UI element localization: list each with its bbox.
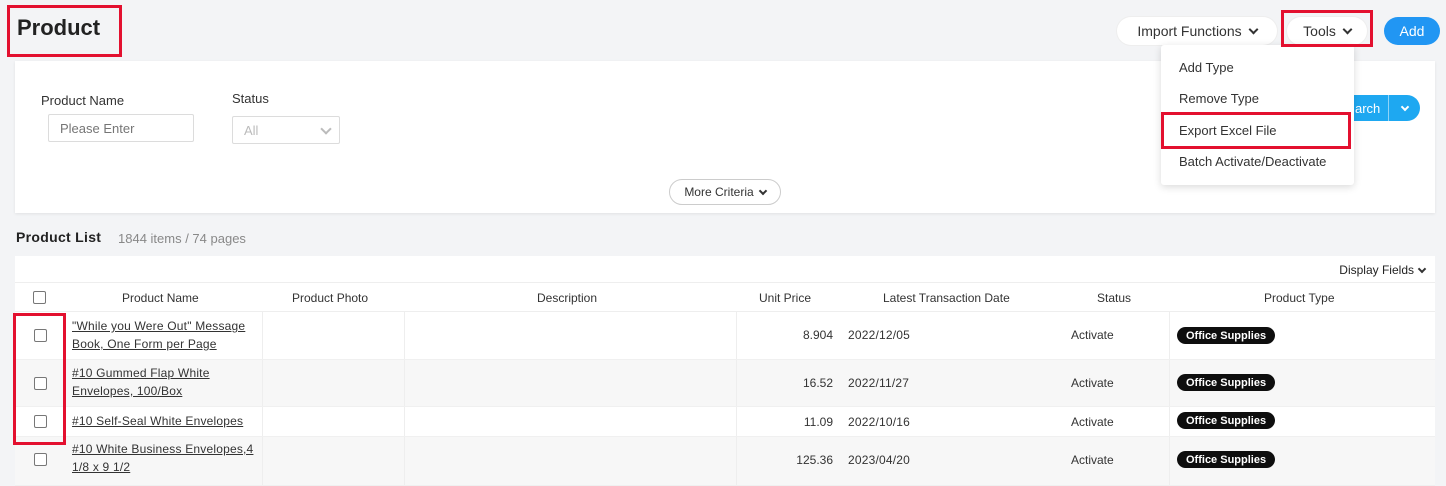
product-type-tag: Office Supplies — [1177, 374, 1276, 391]
table-row[interactable]: #10 Self-Seal White Envelopes 11.09 2022… — [15, 407, 1435, 437]
chevron-down-icon — [1342, 24, 1353, 34]
column-header-product-photo[interactable]: Product Photo — [292, 291, 368, 305]
product-name-input[interactable] — [48, 114, 194, 142]
chevron-down-icon — [1417, 264, 1427, 273]
table-row[interactable]: #10 White Business Envelopes,4 1/8 x 9 1… — [15, 437, 1435, 486]
menu-item-batch-activate-deactivate[interactable]: Batch Activate/Deactivate — [1179, 154, 1326, 169]
column-header-latest-transaction-date[interactable]: Latest Transaction Date — [883, 291, 1010, 305]
product-type-tag: Office Supplies — [1177, 327, 1276, 344]
status-select[interactable]: All — [232, 116, 340, 144]
tools-button[interactable]: Tools — [1287, 17, 1367, 45]
product-name-link[interactable]: "While you Were Out" Message Book, One F… — [72, 317, 262, 353]
product-name-link[interactable]: #10 Self-Seal White Envelopes — [72, 412, 262, 430]
column-header-status[interactable]: Status — [1097, 291, 1131, 305]
add-button[interactable]: Add — [1384, 17, 1440, 45]
status-value: Activate — [1071, 453, 1114, 467]
chevron-down-icon — [1248, 24, 1259, 34]
import-functions-label: Import Functions — [1137, 23, 1242, 39]
display-fields-label: Display Fields — [1339, 263, 1414, 277]
unit-price: 16.52 — [802, 376, 833, 390]
transaction-date: 2022/10/16 — [848, 415, 911, 429]
row-checkbox[interactable] — [34, 453, 47, 466]
more-criteria-button[interactable]: More Criteria — [669, 179, 781, 205]
column-header-unit-price[interactable]: Unit Price — [759, 291, 811, 305]
product-list-title: Product List — [16, 229, 102, 245]
table-row[interactable]: #10 Gummed Flap White Envelopes, 100/Box… — [15, 360, 1435, 407]
status-select-value: All — [244, 122, 259, 138]
unit-price: 125.36 — [796, 453, 833, 467]
row-checkbox[interactable] — [34, 329, 47, 342]
search-options-toggle[interactable] — [1388, 95, 1420, 121]
transaction-date: 2022/12/05 — [848, 328, 911, 342]
status-value: Activate — [1071, 415, 1114, 429]
unit-price: 8.904 — [802, 328, 833, 342]
status-label: Status — [232, 91, 269, 106]
product-type-tag: Office Supplies — [1177, 451, 1276, 468]
menu-item-export-excel-file[interactable]: Export Excel File — [1179, 123, 1277, 138]
product-list-count: 1844 items / 74 pages — [118, 231, 246, 246]
chevron-down-icon — [320, 123, 332, 135]
column-header-description[interactable]: Description — [537, 291, 597, 305]
transaction-date: 2022/11/27 — [848, 376, 910, 390]
product-name-link[interactable]: #10 White Business Envelopes,4 1/8 x 9 1… — [72, 440, 262, 476]
menu-item-add-type[interactable]: Add Type — [1179, 60, 1234, 75]
product-table: Display Fields Product Name Product Phot… — [15, 256, 1435, 486]
menu-item-remove-type[interactable]: Remove Type — [1179, 91, 1259, 106]
import-functions-button[interactable]: Import Functions — [1117, 17, 1277, 45]
product-name-label: Product Name — [41, 93, 125, 108]
chevron-down-icon — [1400, 102, 1409, 111]
table-row[interactable]: "While you Were Out" Message Book, One F… — [15, 312, 1435, 360]
tools-dropdown-menu: Add Type Remove Type Export Excel File B… — [1161, 45, 1354, 185]
page-title: Product — [17, 15, 101, 40]
row-checkbox[interactable] — [34, 377, 47, 390]
table-header-row: Product Name Product Photo Description U… — [15, 282, 1435, 312]
more-criteria-label: More Criteria — [684, 185, 754, 199]
unit-price: 11.09 — [803, 415, 833, 429]
chevron-down-icon — [758, 186, 767, 195]
select-all-checkbox[interactable] — [33, 291, 46, 304]
display-fields-button[interactable]: Display Fields — [1339, 263, 1427, 277]
row-checkbox[interactable] — [34, 415, 47, 428]
column-header-product-type[interactable]: Product Type — [1264, 291, 1335, 305]
status-value: Activate — [1071, 376, 1114, 390]
column-header-product-name[interactable]: Product Name — [122, 291, 199, 305]
product-name-link[interactable]: #10 Gummed Flap White Envelopes, 100/Box — [72, 364, 262, 400]
transaction-date: 2023/04/20 — [848, 453, 911, 467]
status-value: Activate — [1071, 328, 1114, 342]
product-type-tag: Office Supplies — [1177, 412, 1276, 429]
tools-label: Tools — [1303, 23, 1336, 39]
